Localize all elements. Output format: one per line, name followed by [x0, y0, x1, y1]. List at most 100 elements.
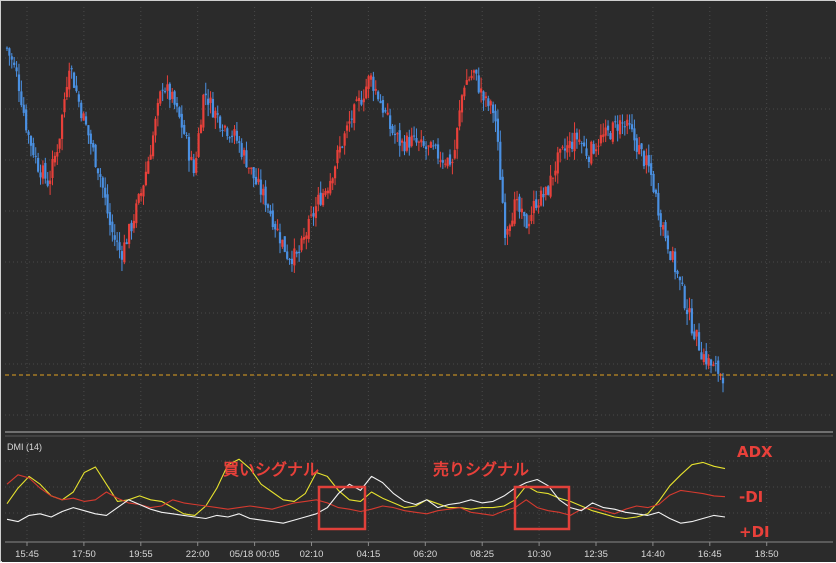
candle-down	[22, 104, 25, 113]
candle-up	[410, 135, 413, 146]
candle-down	[690, 308, 693, 334]
candle-down	[525, 214, 528, 229]
candle-down	[709, 359, 713, 366]
candle-down	[106, 194, 109, 214]
candle-up	[405, 135, 409, 151]
candle-down	[13, 62, 16, 65]
x-tick-label: 08:25	[470, 549, 494, 560]
candle-up	[276, 228, 279, 231]
candle-down	[654, 189, 658, 194]
candle-down	[70, 68, 73, 70]
candle-down	[587, 157, 590, 163]
candle-up	[484, 96, 488, 99]
candle-down	[678, 276, 681, 281]
candle-down	[180, 113, 183, 128]
x-tick-label: 02:10	[300, 549, 324, 560]
candle-up	[199, 124, 203, 134]
candle-down	[436, 144, 440, 159]
candle-down	[499, 141, 502, 180]
trading-chart: DMI (14) 買いシグナル 売りシグナル ADX -DI +DI 15:45…	[2, 2, 836, 562]
candle-down	[238, 141, 241, 143]
candle-down	[178, 107, 181, 117]
candle-down	[290, 258, 294, 264]
candle-down	[271, 210, 274, 228]
candle-down	[575, 132, 579, 140]
candle-up	[427, 145, 430, 147]
candle-up	[702, 354, 705, 363]
candle-up	[489, 101, 492, 106]
candle-down	[89, 133, 92, 144]
candle-up	[365, 86, 368, 99]
candle-down	[650, 163, 653, 175]
candle-up	[132, 220, 136, 229]
candle-down	[693, 331, 696, 340]
candle-down	[535, 199, 538, 209]
candle-down	[475, 69, 478, 74]
candle-up	[345, 125, 349, 131]
candle-down	[583, 142, 586, 147]
candle-up	[568, 140, 571, 148]
candle-up	[401, 140, 404, 143]
candle-down	[630, 124, 634, 130]
candle-down	[422, 141, 425, 146]
candle-down	[697, 332, 701, 351]
candle-up	[144, 171, 147, 186]
candle-up	[506, 228, 509, 235]
candle-down	[379, 100, 382, 104]
candle-down	[269, 210, 272, 214]
candle-down	[125, 242, 128, 245]
candle-up	[56, 152, 59, 157]
candle-down	[542, 194, 545, 198]
x-tick-label: 18:50	[755, 549, 779, 560]
candle-up	[190, 156, 193, 160]
candle-down	[120, 251, 124, 260]
candle-down	[130, 222, 133, 232]
candle-down	[312, 213, 315, 217]
candle-down	[319, 192, 322, 205]
candle-up	[362, 98, 365, 103]
candle-down	[360, 99, 363, 105]
candle-down	[412, 135, 416, 137]
candle-down	[614, 121, 617, 123]
x-tick-label: 22:00	[186, 549, 210, 560]
candle-up	[453, 150, 456, 159]
candle-down	[111, 221, 114, 233]
candle-up	[209, 97, 212, 104]
candle-up	[262, 188, 265, 196]
dmi-panel-title: DMI (14)	[7, 442, 42, 452]
candle-down	[219, 116, 222, 129]
candle-down	[350, 118, 353, 120]
candle-down	[39, 172, 42, 178]
candle-up	[386, 112, 389, 115]
candle-down	[245, 150, 248, 168]
candle-up	[331, 178, 334, 184]
candle-down	[674, 251, 677, 273]
candle-up	[537, 205, 540, 208]
candle-up	[420, 139, 423, 143]
candle-up	[662, 225, 665, 230]
candle-up	[369, 75, 373, 80]
candle-down	[264, 186, 267, 206]
candle-up	[338, 146, 341, 153]
candle-up	[305, 235, 308, 239]
candle-up	[578, 139, 581, 142]
candle-down	[398, 130, 401, 146]
candle-up	[355, 99, 358, 101]
candle-up	[197, 133, 200, 157]
candle-down	[92, 143, 95, 148]
candle-down	[676, 271, 679, 274]
candle-up	[195, 158, 198, 173]
candle-down	[669, 251, 672, 261]
candle-down	[211, 98, 215, 118]
candle-up	[513, 199, 516, 224]
candle-down	[482, 91, 485, 101]
candle-down	[96, 168, 100, 174]
candle-down	[108, 212, 112, 226]
candle-up	[233, 129, 236, 136]
candle-down	[228, 137, 231, 139]
candle-up	[343, 133, 346, 146]
x-tick-label: 19:55	[129, 549, 153, 560]
candle-up	[527, 223, 531, 227]
candle-down	[101, 177, 104, 188]
candle-up	[307, 218, 310, 240]
